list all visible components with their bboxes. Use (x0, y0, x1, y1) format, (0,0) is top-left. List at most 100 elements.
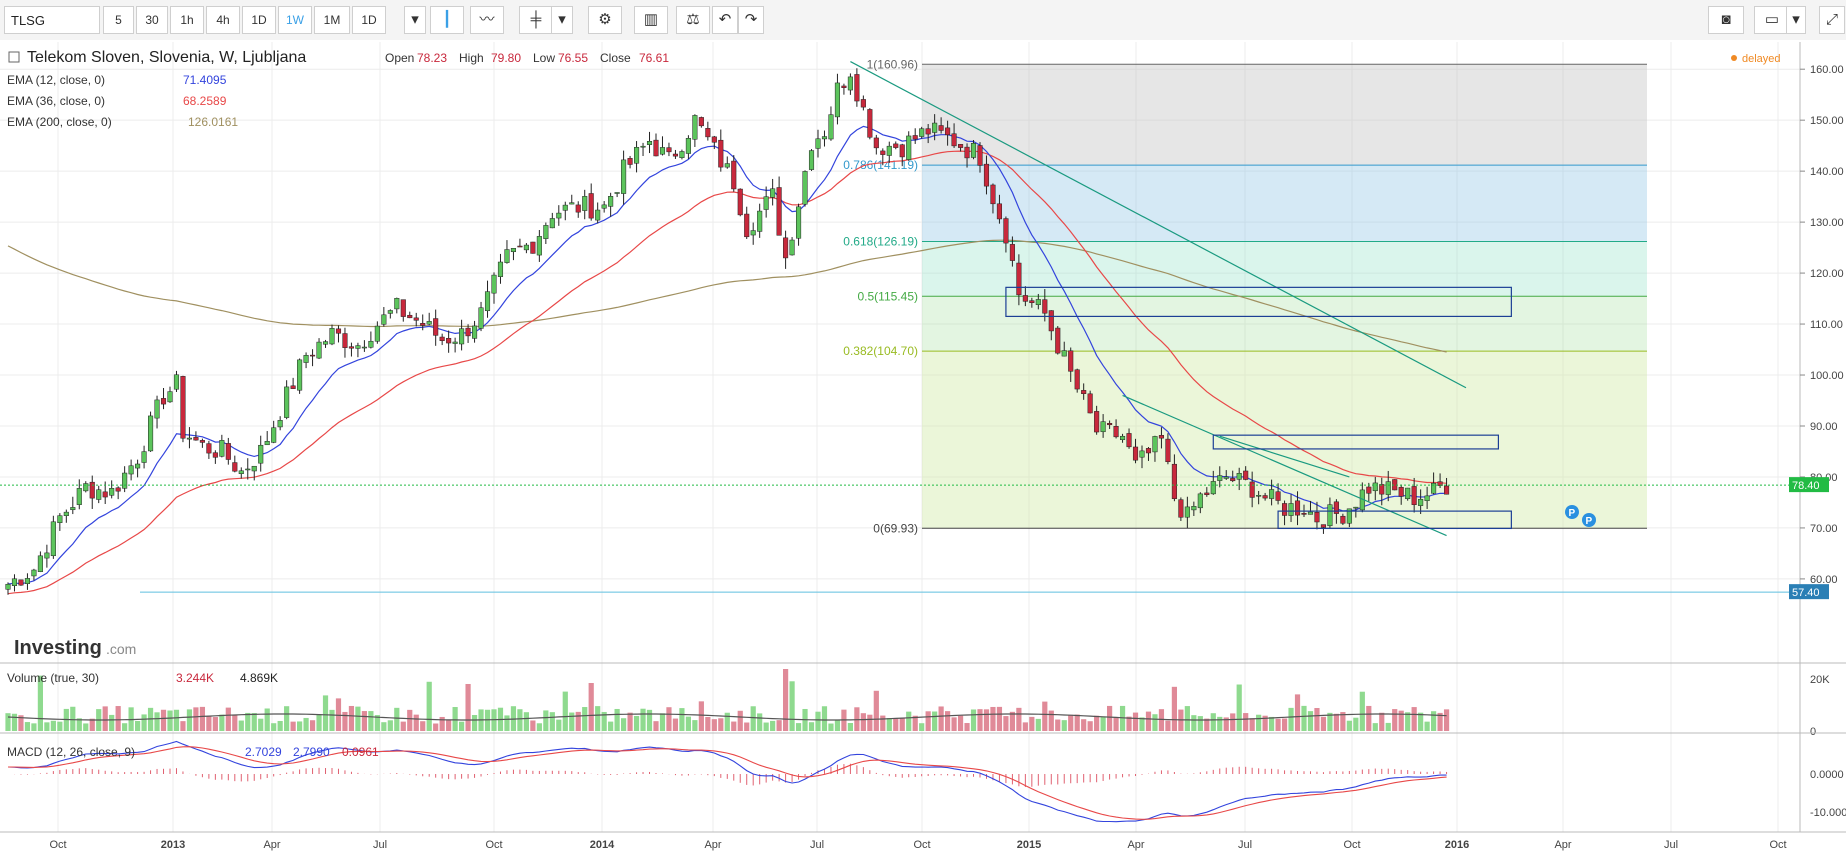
ema36-legend-label: EMA (36, close, 0) (7, 94, 105, 108)
candle-body (232, 462, 238, 472)
dropdown-button[interactable]: ▾ (551, 6, 573, 34)
macd-axis-label: -10.0000 (1810, 807, 1846, 819)
volume-bar (614, 708, 620, 731)
x-tick-label: Jul (1664, 839, 1678, 851)
interval-button-4h[interactable]: 4h (206, 6, 240, 34)
settings-icon: ⚙ (598, 11, 612, 28)
candle-body (860, 99, 866, 108)
candle-body (608, 196, 614, 207)
ohlc-label: Close (600, 51, 631, 65)
candle-body (1126, 433, 1132, 448)
candle-body (1145, 448, 1152, 454)
volume-bar (1392, 709, 1398, 731)
volume-bar (808, 722, 815, 731)
layout-icon: ▭ (1764, 11, 1780, 28)
candle-body (523, 244, 529, 251)
volume-bar (322, 695, 329, 731)
candle-body (387, 310, 393, 314)
candle-body (154, 399, 160, 419)
ema36-legend-value: 68.2589 (183, 94, 227, 108)
dropdown-button[interactable]: ▾ (1786, 6, 1806, 34)
interval-button-1m[interactable]: 1M (314, 6, 350, 34)
candle-body (148, 415, 154, 452)
ohlc-label: Open (385, 51, 414, 65)
candle-body (1243, 470, 1249, 480)
candle-body (802, 171, 808, 205)
volume-bar (1359, 691, 1365, 731)
symbol-input[interactable] (4, 6, 100, 34)
price-chart[interactable]: 1(160.96)0.786(141.19)0.618(126.19)0.5(1… (0, 40, 1846, 862)
camera-button[interactable]: ◙ (1708, 6, 1744, 34)
candle-body (770, 188, 776, 198)
volume-bar (783, 669, 789, 731)
volume-bar (1366, 705, 1372, 731)
candle-body (70, 507, 76, 511)
candle-body (744, 213, 750, 238)
volume-bar (906, 711, 912, 731)
volume-bar (711, 719, 717, 731)
candle-body (737, 188, 743, 216)
y-tick-label: 160.00 (1810, 64, 1844, 76)
volume-bar (588, 683, 594, 731)
candle-body (1171, 463, 1177, 499)
interval-button-30[interactable]: 30 (136, 6, 168, 34)
candle-body (102, 491, 108, 498)
candle-body (368, 340, 374, 348)
compare-scale-button[interactable]: ⚖ (676, 6, 710, 34)
candle-body (899, 144, 905, 158)
candlestick-button[interactable]: ┃ (430, 6, 464, 34)
volume-bar (1029, 716, 1035, 731)
ema200-legend-value: 126.0161 (188, 115, 238, 129)
candle-body (776, 187, 782, 236)
candle-body (640, 145, 646, 148)
volume-bar (698, 701, 704, 731)
camera-icon: ◙ (1721, 11, 1731, 28)
candle-body (789, 239, 795, 256)
line-chart-button[interactable]: 〰 (470, 6, 504, 34)
candle-body (18, 579, 24, 586)
candle-body (653, 139, 659, 157)
candle-body (1372, 482, 1378, 492)
fib-zone (922, 64, 1647, 166)
dropdown-button[interactable]: ▾ (404, 6, 426, 34)
volume-bar (303, 717, 309, 731)
volume-bar (867, 714, 873, 731)
volume-bar (1217, 716, 1223, 731)
candle-body (89, 481, 95, 499)
interval-button-1d[interactable]: 1D (352, 6, 386, 34)
candle-body (938, 125, 944, 131)
candle-body (646, 141, 653, 145)
candle-body (439, 336, 445, 341)
volume-bar (633, 715, 640, 731)
interval-button-1d[interactable]: 1D (242, 6, 276, 34)
volume-bar (718, 718, 724, 731)
settings-button[interactable]: ⚙ (588, 6, 622, 34)
interval-button-1h[interactable]: 1h (170, 6, 204, 34)
undo-button[interactable]: ↶ (712, 6, 738, 34)
undo-icon: ↶ (718, 11, 732, 28)
interval-button-1w[interactable]: 1W (278, 6, 312, 34)
candle-body (225, 443, 231, 460)
candle-body (504, 249, 510, 263)
candle-body (763, 196, 769, 210)
volume-bar (186, 709, 193, 731)
x-tick-label: Jul (373, 839, 387, 851)
volume-bar (757, 713, 763, 731)
volume-average-value: 4.869K (240, 671, 278, 685)
interval-button-5[interactable]: 5 (103, 6, 134, 34)
volume-bar (284, 706, 290, 731)
indicators-button[interactable]: ▥ (634, 6, 668, 34)
candle-body (1320, 524, 1326, 528)
candle-body (685, 138, 691, 154)
volume-bar (1074, 714, 1080, 731)
bar-chart-button[interactable]: ╪ (519, 6, 553, 34)
layout-button[interactable]: ▭ (1754, 6, 1790, 34)
ema200-legend-label: EMA (200, close, 0) (7, 115, 112, 129)
volume-bar (1055, 719, 1061, 731)
candle-body (355, 345, 361, 349)
candle-body (510, 248, 516, 253)
volume-bar (750, 706, 756, 731)
redo-button[interactable]: ↷ (738, 6, 764, 34)
fullscreen-button[interactable]: ⤢ (1819, 6, 1845, 34)
volume-bar (368, 711, 374, 731)
